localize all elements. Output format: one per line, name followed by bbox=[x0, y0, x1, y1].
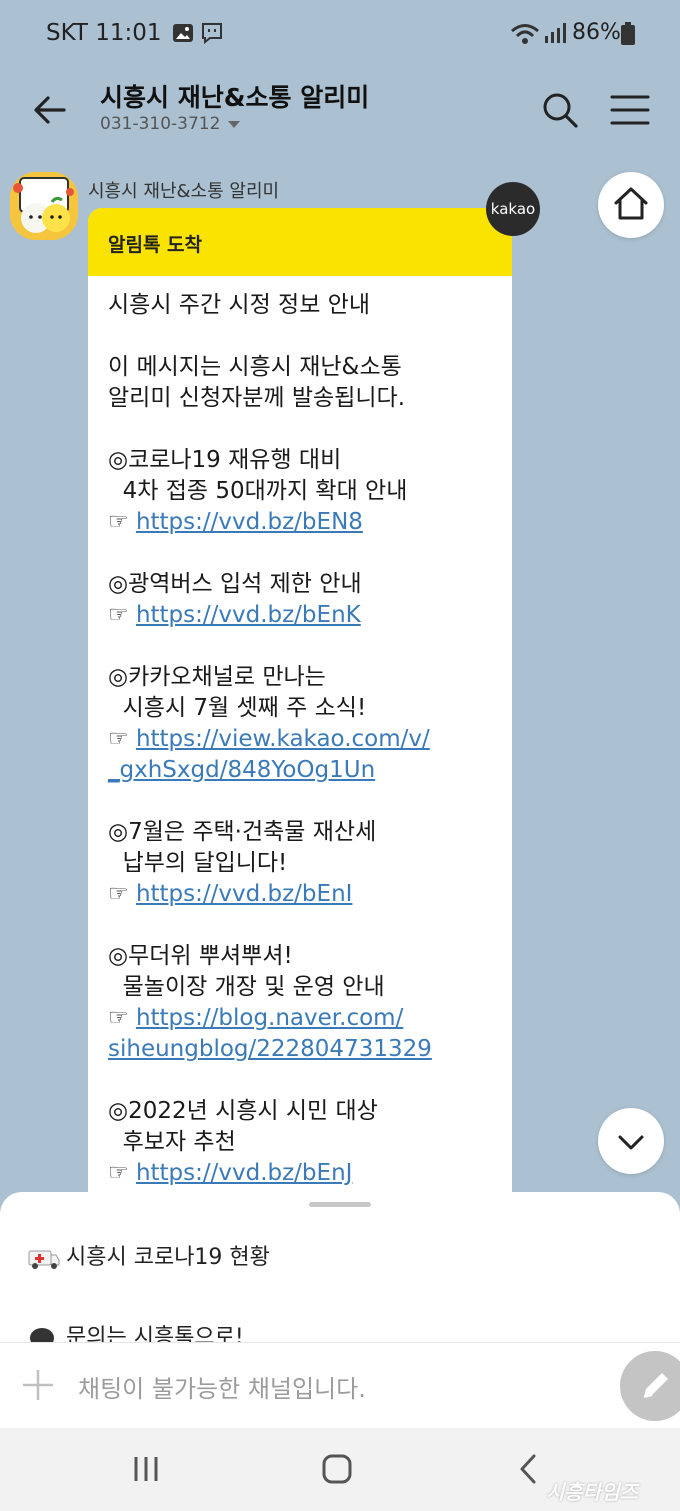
home-icon bbox=[614, 187, 648, 220]
menu-icon[interactable] bbox=[608, 88, 652, 132]
scroll-down-button[interactable] bbox=[598, 1108, 664, 1174]
message-link[interactable]: _gxhSxgd/848YoOg1Un bbox=[108, 757, 375, 783]
status-time: SKT 11:01 bbox=[46, 20, 162, 46]
message-line bbox=[108, 786, 503, 817]
message-input[interactable]: 채팅이 불가능한 채널입니다. bbox=[78, 1369, 366, 1404]
wifi-icon bbox=[511, 24, 539, 44]
pointing-hand-marker: ☞ bbox=[108, 602, 136, 628]
message-input-bar: 채팅이 불가능한 채널입니다. bbox=[0, 1342, 680, 1429]
message-line: 알리미 신청자분께 발송됩니다. bbox=[108, 385, 406, 411]
message-link-line: ☞ https://vvd.bz/bEnJ bbox=[108, 1158, 503, 1189]
message-link-line: ☞ https://blog.naver.com/ bbox=[108, 1003, 503, 1034]
caret-down-icon bbox=[228, 120, 241, 128]
battery-percent: 86% bbox=[572, 20, 621, 45]
gallery-icon bbox=[173, 24, 193, 42]
kakao-badge: kakao bbox=[486, 182, 540, 236]
back-arrow-icon[interactable] bbox=[28, 88, 72, 132]
ambulance-icon bbox=[28, 1250, 60, 1269]
pointing-hand-marker: ☞ bbox=[108, 726, 136, 752]
chat-header: 시흥시 재난&소통 알리미 031-310-3712 bbox=[0, 68, 680, 158]
message-link[interactable]: https://blog.naver.com/ bbox=[136, 1005, 403, 1031]
message-line: ◎7월은 주택·건축물 재산세 bbox=[108, 819, 377, 845]
message-line: 이 메시지는 시흥시 재난&소통 bbox=[108, 354, 402, 380]
message-link[interactable]: https://vvd.bz/bEN8 bbox=[136, 509, 363, 535]
message-line: ◎2022년 시흥시 시민 대상 bbox=[108, 1098, 378, 1124]
pointing-hand-marker: ☞ bbox=[108, 881, 136, 907]
message-line bbox=[108, 1065, 503, 1096]
message-body: 시흥시 주간 시정 정보 안내이 메시지는 시흥시 재난&소통알리미 신청자분께… bbox=[108, 290, 503, 1189]
pencil-icon bbox=[643, 1373, 668, 1398]
message-line: ◎카카오채널로 만나는 bbox=[108, 664, 326, 690]
message-link[interactable]: siheungblog/222804731329 bbox=[108, 1036, 432, 1062]
message-line: 시흥시 주간 시정 정보 안내 bbox=[108, 292, 371, 318]
chat-notification-icon bbox=[202, 23, 222, 44]
message-line: ◎무더위 뿌셔뿌셔! bbox=[108, 943, 293, 969]
channel-phone: 031-310-3712 bbox=[100, 114, 221, 134]
message-line: 4차 접종 50대까지 확대 안내 bbox=[108, 478, 408, 504]
menu-item-covid-status[interactable]: 시흥시 코로나19 현황 bbox=[28, 1239, 270, 1271]
message-link-line: ☞ https://view.kakao.com/v/ bbox=[108, 724, 503, 755]
channel-menu-sheet: 시흥시 코로나19 현황 문의는 시흥톡으로! bbox=[0, 1192, 680, 1342]
message-link-line: ☞ https://vvd.bz/bEnI bbox=[108, 879, 503, 910]
message-link-line: ☞ https://vvd.bz/bEnK bbox=[108, 600, 503, 631]
pointing-hand-marker: ☞ bbox=[108, 1005, 136, 1031]
compose-button[interactable] bbox=[620, 1351, 680, 1421]
message-line: ◎광역버스 입석 제한 안내 bbox=[108, 571, 362, 597]
menu-item-inquiry-label: 문의는 시흥톡으로! bbox=[66, 1325, 244, 1342]
message-link[interactable]: https://vvd.bz/bEnK bbox=[136, 602, 361, 628]
menu-item-covid-label: 시흥시 코로나19 현황 bbox=[66, 1245, 270, 1270]
message-bubble: 알림톡 도착 시흥시 주간 시정 정보 안내이 메시지는 시흥시 재난&소통알리… bbox=[88, 208, 512, 1208]
chevron-down-icon bbox=[618, 1135, 644, 1150]
sheet-handle[interactable] bbox=[309, 1202, 371, 1207]
message-line bbox=[108, 321, 503, 352]
system-navigation-bar: 시흥타임즈 bbox=[0, 1428, 680, 1511]
battery-icon bbox=[621, 22, 635, 45]
status-bar: SKT 11:01 86% bbox=[0, 0, 680, 68]
menu-item-inquiry[interactable]: 문의는 시흥톡으로! bbox=[28, 1319, 244, 1342]
speech-bubble-icon bbox=[30, 1328, 54, 1342]
message-line: 후보자 추천 bbox=[108, 1129, 236, 1155]
channel-phone-dropdown[interactable]: 031-310-3712 bbox=[100, 114, 241, 134]
message-link[interactable]: https://view.kakao.com/v/ bbox=[136, 726, 430, 752]
message-line: 물놀이장 개장 및 운영 안내 bbox=[108, 974, 385, 1000]
search-icon[interactable] bbox=[538, 88, 582, 132]
message-line bbox=[108, 910, 503, 941]
message-line: 시흥시 7월 셋째 주 소식! bbox=[108, 695, 367, 721]
message-link-line: ☞ https://vvd.bz/bEN8 bbox=[108, 507, 503, 538]
channel-title: 시흥시 재난&소통 알리미 bbox=[100, 83, 370, 112]
home-button[interactable] bbox=[598, 172, 664, 238]
pointing-hand-marker: ☞ bbox=[108, 1160, 136, 1186]
sender-name: 시흥시 재난&소통 알리미 bbox=[88, 181, 280, 202]
home-nav-icon[interactable] bbox=[320, 1452, 354, 1486]
bubble-title: 알림톡 도착 bbox=[108, 234, 203, 256]
message-link[interactable]: https://vvd.bz/bEnJ bbox=[136, 1160, 353, 1186]
message-link-line: _gxhSxgd/848YoOg1Un bbox=[108, 755, 503, 786]
signal-icon bbox=[545, 23, 566, 43]
channel-avatar[interactable] bbox=[10, 172, 78, 240]
back-nav-icon[interactable] bbox=[514, 1452, 542, 1486]
message-link-line: siheungblog/222804731329 bbox=[108, 1034, 503, 1065]
message-link[interactable]: https://vvd.bz/bEnI bbox=[136, 881, 353, 907]
recent-apps-icon[interactable] bbox=[130, 1452, 162, 1486]
message-line bbox=[108, 414, 503, 445]
plus-icon[interactable] bbox=[20, 1367, 56, 1403]
message-line bbox=[108, 631, 503, 662]
avatar-mascot-icon bbox=[10, 172, 78, 240]
watermark: 시흥타임즈 bbox=[546, 1480, 638, 1504]
message-line: ◎코로나19 재유행 대비 bbox=[108, 447, 342, 473]
message-line bbox=[108, 538, 503, 569]
message-line: 납부의 달입니다! bbox=[108, 850, 288, 876]
pointing-hand-marker: ☞ bbox=[108, 509, 136, 535]
